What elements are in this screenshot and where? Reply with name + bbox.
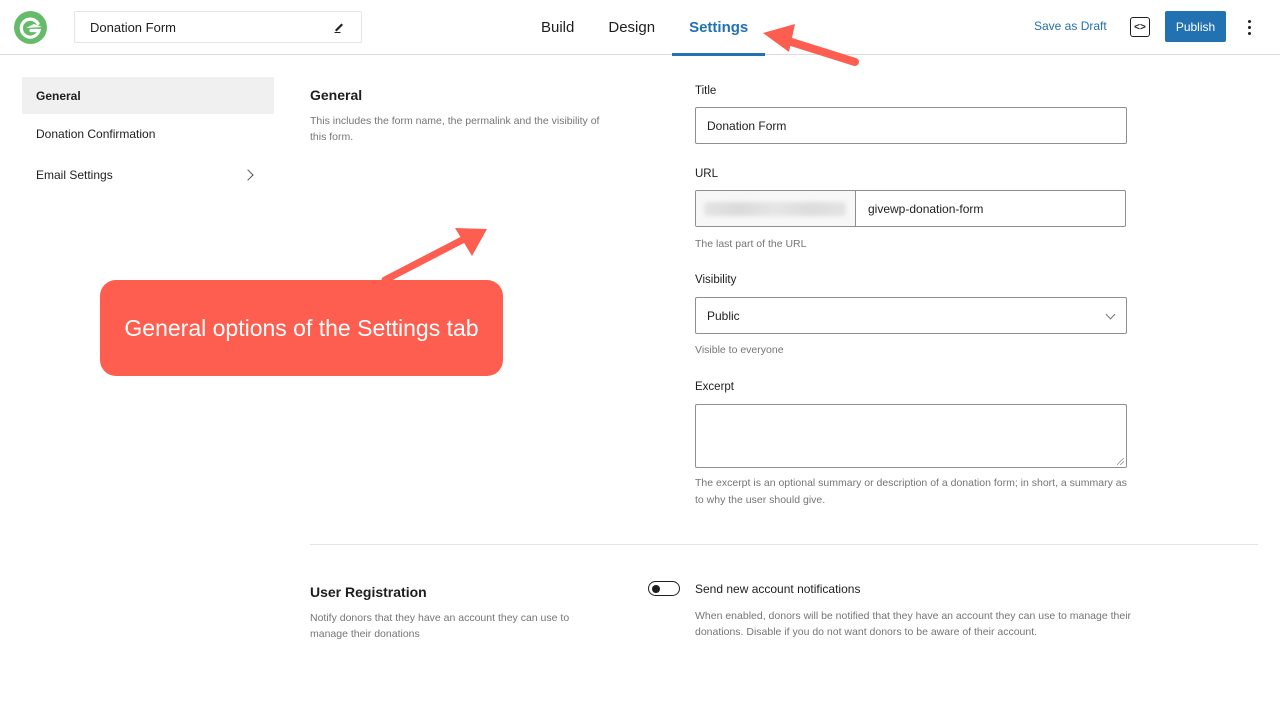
tab-design[interactable]: Design — [591, 0, 672, 55]
resize-handle-icon[interactable] — [1117, 458, 1124, 465]
title-input-value: Donation Form — [707, 118, 787, 133]
vertical-ellipsis-icon[interactable] — [1240, 16, 1258, 38]
section-divider — [310, 544, 1258, 545]
general-section-title: General — [310, 87, 363, 103]
publish-button[interactable]: Publish — [1165, 11, 1226, 42]
visibility-select[interactable]: Public — [695, 297, 1127, 334]
excerpt-help-text: The excerpt is an optional summary or de… — [695, 477, 1127, 506]
url-slug-input[interactable]: givewp-donation-form — [856, 191, 1125, 226]
annotation-callout: General options of the Settings tab — [100, 280, 503, 376]
user-registration-description: Notify donors that they have an account … — [310, 612, 570, 640]
chevron-right-icon — [242, 169, 254, 181]
user-registration-title: User Registration — [310, 584, 427, 600]
form-title-text: Donation Form — [90, 19, 176, 35]
top-toolbar: Donation Form Build Design Settings Save… — [0, 0, 1280, 56]
title-input[interactable]: Donation Form — [695, 107, 1127, 144]
sidebar-item-label: Donation Confirmation — [36, 126, 156, 141]
code-glyph: <> — [1134, 21, 1146, 33]
visibility-label: Visibility — [695, 274, 737, 286]
account-notifications-label: Send new account notifications — [695, 582, 861, 596]
form-title-field[interactable]: Donation Form — [74, 11, 362, 43]
sidebar-item-label: Email Settings — [36, 168, 113, 182]
general-section-description: This includes the form name, the permali… — [310, 115, 600, 143]
tab-settings[interactable]: Settings — [672, 0, 766, 56]
url-slug-value: givewp-donation-form — [868, 201, 984, 216]
visibility-selected-value: Public — [707, 308, 740, 323]
settings-sidebar: General Donation Confirmation Email Sett… — [22, 77, 274, 198]
url-field: givewp-donation-form — [695, 190, 1126, 227]
url-help-text: The last part of the URL — [695, 238, 807, 250]
save-as-draft-button[interactable]: Save as Draft — [1034, 19, 1107, 33]
url-label: URL — [695, 168, 719, 180]
title-label: Title — [695, 85, 717, 97]
tab-build[interactable]: Build — [524, 0, 591, 55]
sidebar-item-general[interactable]: General — [22, 77, 274, 114]
toggle-knob — [652, 584, 660, 593]
editor-tabs: Build Design Settings — [524, 0, 766, 56]
excerpt-label: Excerpt — [695, 381, 734, 393]
sidebar-item-donation-confirmation[interactable]: Donation Confirmation — [22, 115, 274, 152]
arrow-to-general-section-icon — [381, 228, 487, 284]
sidebar-item-label: General — [36, 88, 81, 103]
code-brackets-icon[interactable]: <> — [1130, 17, 1150, 37]
sidebar-item-email-settings[interactable]: Email Settings — [22, 153, 274, 197]
account-notifications-toggle[interactable] — [648, 581, 680, 596]
account-notifications-help: When enabled, donors will be notified th… — [695, 610, 1132, 638]
excerpt-textarea[interactable] — [695, 404, 1127, 468]
givewp-logo-icon[interactable] — [14, 11, 47, 44]
pencil-icon[interactable] — [332, 20, 346, 34]
url-prefix-blurred — [696, 191, 856, 226]
annotation-callout-text: General options of the Settings tab — [124, 314, 479, 341]
chevron-down-icon — [1105, 309, 1116, 320]
visibility-help-text: Visible to everyone — [695, 344, 784, 356]
